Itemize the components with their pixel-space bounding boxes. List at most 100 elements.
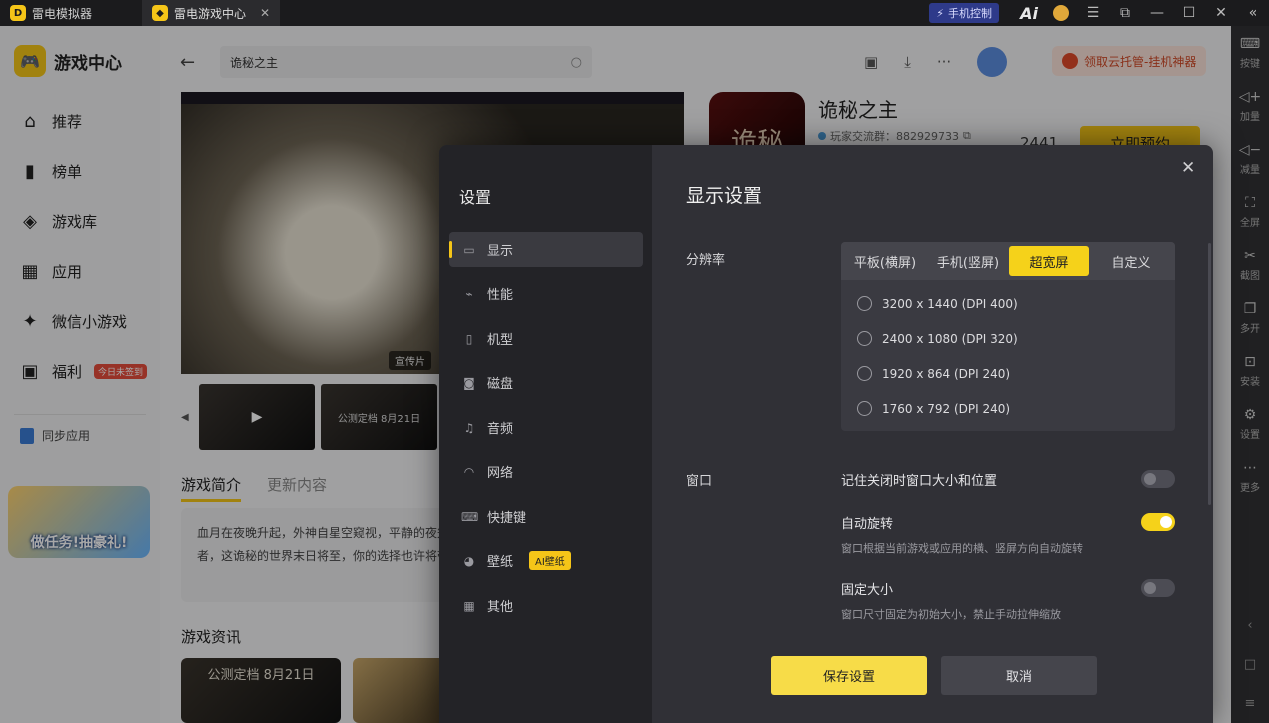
- maximize-icon[interactable]: ☐: [1173, 0, 1205, 26]
- settings-tab-wallpaper[interactable]: ◕ 壁纸 AI壁纸: [449, 543, 643, 578]
- resolution-option[interactable]: 2400 x 1080 (DPI 320): [857, 331, 1018, 346]
- toolbar-label: 设置: [1240, 429, 1260, 441]
- settings-tab-label: 其他: [487, 600, 514, 615]
- resolution-option[interactable]: 1920 x 864 (DPI 240): [857, 366, 1010, 381]
- resolution-option[interactable]: 3200 x 1440 (DPI 400): [857, 296, 1018, 311]
- auto-rotate-label: 自动旋转: [841, 517, 894, 532]
- settings-tab-label: 磁盘: [487, 377, 514, 392]
- resolution-text: 2400 x 1080 (DPI 320): [882, 331, 1018, 346]
- toolbar-install[interactable]: ⊡ 安装: [1231, 344, 1269, 397]
- save-settings-button[interactable]: 保存设置: [771, 656, 927, 695]
- settings-tab-display[interactable]: ▭ 显示: [449, 232, 643, 267]
- toolbar-label: 截图: [1240, 270, 1260, 282]
- grid-icon: ▦: [463, 598, 475, 613]
- phone-control-button[interactable]: ⚡ 手机控制: [929, 3, 999, 23]
- remember-window-label: 记住关闭时窗口大小和位置: [841, 474, 998, 489]
- mode-phone[interactable]: 手机(竖屏): [927, 246, 1009, 276]
- ldplayer-logo-icon: D: [10, 5, 26, 21]
- phone-control-label: 手机控制: [948, 7, 992, 20]
- settings-scrollbar[interactable]: [1208, 243, 1211, 505]
- remember-window-toggle[interactable]: [1141, 470, 1175, 488]
- phone-icon: ▯: [465, 331, 473, 346]
- game-center-tab[interactable]: ◆ 雷电游戏中心 ✕: [142, 0, 280, 26]
- settings-tab-other[interactable]: ▦ 其他: [449, 588, 643, 623]
- settings-tab-label: 显示: [487, 244, 514, 259]
- toolbar-multi-instance[interactable]: ❐ 多开: [1231, 291, 1269, 344]
- toolbar-keymap[interactable]: ⌨ 按键: [1231, 26, 1269, 79]
- settings-tab-label: 快捷键: [487, 511, 527, 526]
- settings-tab-performance[interactable]: ⌁ 性能: [449, 276, 643, 311]
- ai-wallpaper-badge: AI壁纸: [529, 551, 571, 570]
- settings-tab-label: 网络: [487, 466, 514, 481]
- radio-button[interactable]: [857, 401, 872, 416]
- resolution-text: 1920 x 864 (DPI 240): [882, 366, 1011, 381]
- coin-icon[interactable]: [1045, 0, 1077, 26]
- settings-sidebar-title: 设置: [459, 188, 492, 207]
- external-window-icon[interactable]: ⧉: [1109, 0, 1141, 26]
- fixed-size-description: 窗口尺寸固定为初始大小，禁止手动拉伸缩放: [841, 608, 1061, 621]
- toolbar-volume-up[interactable]: ◁+ 加量: [1231, 79, 1269, 132]
- settings-tab-label: 机型: [487, 333, 514, 348]
- ai-button[interactable]: Ai: [1013, 0, 1045, 26]
- settings-tab-audio[interactable]: ♫ 音频: [449, 410, 643, 445]
- toolbar-settings[interactable]: ⚙ 设置: [1231, 397, 1269, 450]
- fullscreen-icon: ⛶: [1245, 194, 1255, 211]
- auto-rotate-toggle[interactable]: [1141, 513, 1175, 531]
- mode-tablet[interactable]: 平板(横屏): [843, 246, 927, 276]
- keyboard-icon: ⌨: [1239, 35, 1261, 52]
- fixed-size-row: 固定大小 窗口尺寸固定为初始大小，禁止手动拉伸缩放: [841, 579, 1175, 622]
- settings-tab-disk[interactable]: ◙ 磁盘: [449, 365, 643, 400]
- disk-icon: ◙: [463, 375, 475, 390]
- toolbar-fullscreen[interactable]: ⛶ 全屏: [1231, 185, 1269, 238]
- close-tab-icon[interactable]: ✕: [260, 6, 270, 20]
- resolution-label: 分辨率: [686, 253, 726, 268]
- settings-title: 显示设置: [686, 185, 763, 207]
- scissors-icon: ✂: [1244, 247, 1256, 264]
- settings-tab-shortcuts[interactable]: ⌨ 快捷键: [449, 499, 643, 534]
- toolbar-more[interactable]: ⋯ 更多: [1231, 450, 1269, 503]
- toolbar-label: 按键: [1240, 58, 1260, 70]
- radio-button[interactable]: [857, 296, 872, 311]
- minimize-icon[interactable]: —: [1141, 0, 1173, 26]
- settings-sidebar: 设置 ▭ 显示 ⌁ 性能 ▯ 机型 ◙ 磁盘 ♫ 音频 ◠ 网络 ⌨ 快捷键 ◕ 壁纸 AI壁纸 …: [439, 145, 652, 723]
- toolbar-volume-down[interactable]: ◁− 减量: [1231, 132, 1269, 185]
- close-icon[interactable]: ✕: [1181, 158, 1195, 178]
- window-label: 窗口: [686, 474, 713, 489]
- collapse-sidebar-icon[interactable]: «: [1237, 0, 1269, 26]
- mode-custom[interactable]: 自定义: [1089, 246, 1173, 276]
- toolbar-label: 加量: [1240, 111, 1260, 123]
- settings-tab-model[interactable]: ▯ 机型: [449, 321, 643, 356]
- toolbar-screenshot[interactable]: ✂ 截图: [1231, 238, 1269, 291]
- settings-tab-network[interactable]: ◠ 网络: [449, 454, 643, 489]
- settings-tab-label: 壁纸: [487, 555, 514, 570]
- menu-icon[interactable]: ☰: [1077, 0, 1109, 26]
- resolution-mode-tabs: 平板(横屏) 手机(竖屏) 超宽屏 自定义: [841, 242, 1175, 280]
- android-home-icon[interactable]: □: [1231, 645, 1269, 684]
- fixed-size-toggle[interactable]: [1141, 579, 1175, 597]
- settings-dialog: 设置 ▭ 显示 ⌁ 性能 ▯ 机型 ◙ 磁盘 ♫ 音频 ◠ 网络 ⌨ 快捷键 ◕ 壁纸 AI壁纸 …: [439, 145, 1213, 723]
- title-bar: D 雷电模拟器 ◆ 雷电游戏中心 ✕ ⚡ 手机控制 Ai ☰ ⧉ — ☐ ✕ «: [0, 0, 1269, 26]
- app-tab[interactable]: D 雷电模拟器: [0, 0, 142, 26]
- close-window-icon[interactable]: ✕: [1205, 0, 1237, 26]
- radio-button[interactable]: [857, 366, 872, 381]
- toolbar-label: 安装: [1240, 376, 1260, 388]
- gear-icon: ⚙: [1243, 406, 1257, 423]
- toolbar-label: 多开: [1240, 323, 1260, 335]
- emulator-right-toolbar: ⌨ 按键 ◁+ 加量 ◁− 减量 ⛶ 全屏 ✂ 截图 ❐ 多开 ⊡ 安装 ⚙ 设置 ⋯ 更多 ‹ …: [1231, 26, 1269, 723]
- fixed-size-label: 固定大小: [841, 583, 894, 598]
- toolbar-label: 更多: [1240, 482, 1260, 494]
- toolbar-label: 全屏: [1240, 217, 1260, 229]
- resolution-option[interactable]: 1760 x 792 (DPI 240): [857, 401, 1010, 416]
- auto-rotate-description: 窗口根据当前游戏或应用的横、竖屏方向自动旋转: [841, 542, 1083, 555]
- radio-button[interactable]: [857, 331, 872, 346]
- palette-icon: ◕: [463, 553, 475, 568]
- coin-shape: [1053, 5, 1069, 21]
- install-icon: ⊡: [1244, 353, 1256, 370]
- android-back-icon[interactable]: ‹: [1231, 606, 1269, 645]
- android-recents-icon[interactable]: ≡: [1231, 684, 1269, 723]
- mode-ultrawide[interactable]: 超宽屏: [1009, 246, 1089, 276]
- keyboard-icon: ⌨: [461, 509, 479, 524]
- cancel-button[interactable]: 取消: [941, 656, 1097, 695]
- toolbar-label: 减量: [1240, 164, 1260, 176]
- remember-window-row: 记住关闭时窗口大小和位置: [841, 470, 1175, 489]
